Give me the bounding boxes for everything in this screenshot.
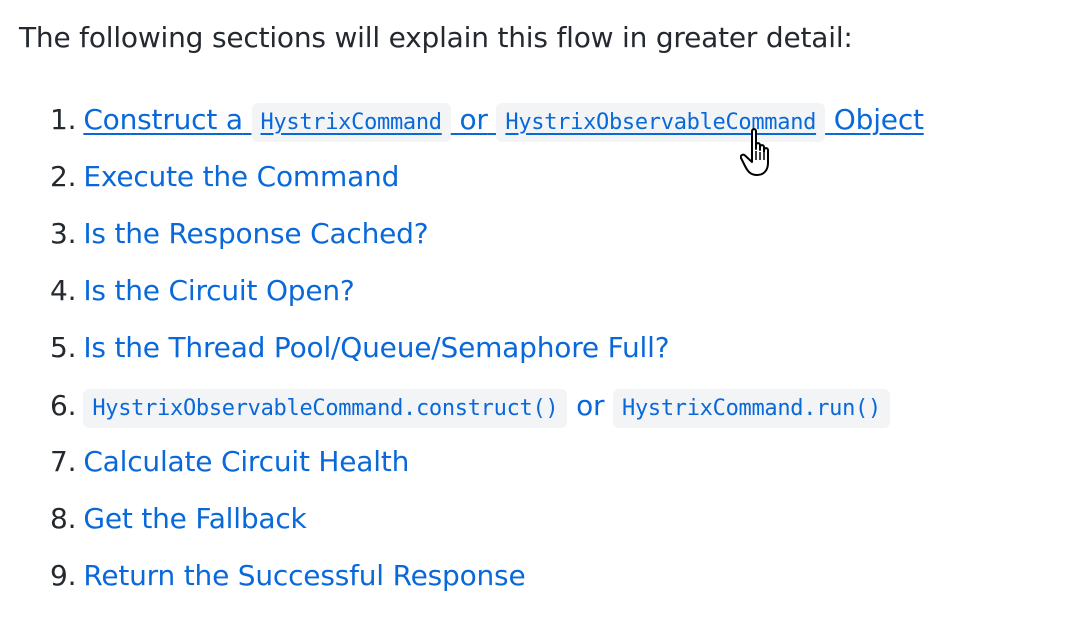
code-hystrix-command: HystrixCommand (251, 102, 451, 142)
list-item: 2. Execute the Command (50, 154, 399, 198)
step-link-circuit-health[interactable]: Calculate Circuit Health (83, 445, 409, 478)
step-link-fallback[interactable]: Get the Fallback (83, 502, 306, 535)
step-number: 2. (50, 159, 77, 193)
list-item: 1. Construct a HystrixCommand or Hystrix… (50, 97, 924, 142)
code-hystrix-observable-command: HystrixObservableCommand (496, 102, 826, 142)
step-number: 7. (50, 444, 77, 478)
step-link-circuit-open[interactable]: Is the Circuit Open? (83, 274, 354, 307)
intro-text: The following sections will explain this… (19, 21, 853, 54)
list-item: 9. Return the Successful Response (50, 553, 526, 597)
list-item: 6. HystrixObservableCommand.construct() … (50, 383, 890, 428)
step-link-successful-response[interactable]: Return the Successful Response (83, 559, 525, 592)
step-number: 6. (50, 388, 77, 422)
step-link-or: or (576, 388, 605, 422)
step-number: 9. (50, 558, 77, 592)
code-observable-construct: HystrixObservableCommand.construct() (83, 388, 568, 428)
step-link-construct-command[interactable]: Construct a HystrixCommand or HystrixObs… (83, 102, 924, 142)
step-link-thread-pool-full[interactable]: Is the Thread Pool/Queue/Semaphore Full? (83, 331, 669, 364)
list-item: 3. Is the Response Cached? (50, 211, 429, 255)
step-link-execute-command[interactable]: Execute the Command (83, 160, 399, 193)
step-link-or: or (459, 102, 488, 136)
step-number: 5. (50, 330, 77, 364)
step-link-text: Construct a (83, 102, 243, 136)
step-link-response-cached[interactable]: Is the Response Cached? (83, 217, 428, 250)
step-number: 1. (50, 102, 77, 136)
step-number: 4. (50, 273, 77, 307)
step-link-suffix: Object (833, 102, 924, 136)
step-link-construct-or-run[interactable]: HystrixObservableCommand.construct() or … (83, 388, 890, 428)
list-item: 7. Calculate Circuit Health (50, 439, 409, 483)
list-item: 5. Is the Thread Pool/Queue/Semaphore Fu… (50, 325, 670, 369)
step-number: 8. (50, 501, 77, 535)
code-command-run: HystrixCommand.run() (613, 388, 890, 428)
step-number: 3. (50, 216, 77, 250)
list-item: 4. Is the Circuit Open? (50, 268, 355, 312)
list-item: 8. Get the Fallback (50, 496, 307, 540)
